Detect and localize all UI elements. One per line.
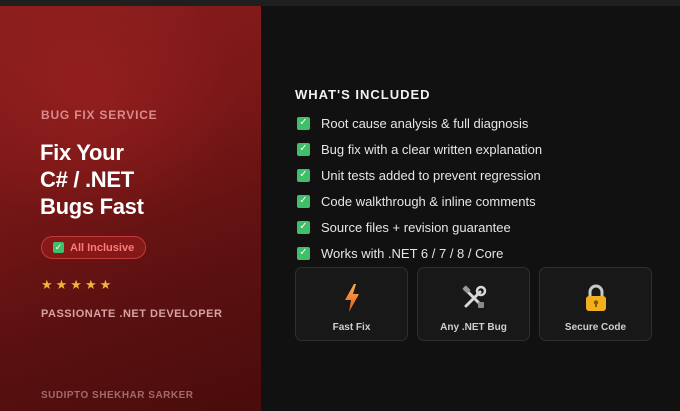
details-panel: WHAT'S INCLUDED ✓ Root cause analysis & … xyxy=(263,6,680,411)
feature-item: ✓ Root cause analysis & full diagnosis xyxy=(297,110,667,136)
feature-item: ✓ Source files + revision guarantee xyxy=(297,214,667,240)
star-rating: ★★★★★ xyxy=(41,277,115,292)
hero-title: Fix Your C# / .NET Bugs Fast xyxy=(40,139,240,220)
hero-title-line-1: Fix Your xyxy=(40,140,124,165)
card-fast-fix: Fast Fix xyxy=(295,267,408,341)
feature-label: Root cause analysis & full diagnosis xyxy=(321,115,529,131)
card-secure-code: Secure Code xyxy=(539,267,652,341)
feature-label: Source files + revision guarantee xyxy=(321,219,511,235)
check-icon: ✓ xyxy=(297,194,310,208)
hero-title-line-3: Bugs Fast xyxy=(40,194,144,219)
all-inclusive-badge: ✓ All Inclusive xyxy=(41,236,147,259)
card-label: Any .NET Bug xyxy=(440,322,507,333)
tools-icon xyxy=(461,284,487,312)
feature-item: ✓ Unit tests added to prevent regression xyxy=(297,162,667,188)
section-title: WHAT'S INCLUDED xyxy=(295,87,431,102)
hero-title-line-2: C# / .NET xyxy=(40,167,134,192)
service-card: BUG FIX SERVICE Fix Your C# / .NET Bugs … xyxy=(0,0,680,411)
card-any-net-bug: Any .NET Bug xyxy=(417,267,530,341)
feature-label: Works with .NET 6 / 7 / 8 / Core xyxy=(321,245,504,261)
check-icon: ✓ xyxy=(297,246,310,260)
lock-icon xyxy=(585,284,607,312)
lightning-icon xyxy=(343,284,361,312)
feature-item: ✓ Code walkthrough & inline comments xyxy=(297,188,667,214)
feature-item: ✓ Bug fix with a clear written explanati… xyxy=(297,136,667,162)
check-icon: ✓ xyxy=(297,116,310,130)
check-icon: ✓ xyxy=(297,220,310,234)
check-icon: ✓ xyxy=(297,168,310,182)
feature-label: Unit tests added to prevent regression xyxy=(321,167,541,183)
developer-role: PASSIONATE .NET DEVELOPER xyxy=(41,308,223,320)
feature-label: Code walkthrough & inline comments xyxy=(321,193,536,209)
feature-list: ✓ Root cause analysis & full diagnosis ✓… xyxy=(297,110,667,266)
card-label: Secure Code xyxy=(564,322,627,333)
feature-item: ✓ Works with .NET 6 / 7 / 8 / Core xyxy=(297,240,667,266)
card-label: Fast Fix xyxy=(332,322,371,333)
hero-panel: BUG FIX SERVICE Fix Your C# / .NET Bugs … xyxy=(0,6,262,411)
author-name: SUDIPTO SHEKHAR SARKER xyxy=(41,390,194,401)
check-icon: ✓ xyxy=(53,242,64,253)
service-kicker: BUG FIX SERVICE xyxy=(41,108,158,122)
check-icon: ✓ xyxy=(297,142,310,156)
feature-label: Bug fix with a clear written explanation xyxy=(321,141,543,157)
badge-label: All Inclusive xyxy=(70,241,135,254)
highlight-cards: Fast Fix Any .NET Bug Secure Code xyxy=(295,267,652,341)
